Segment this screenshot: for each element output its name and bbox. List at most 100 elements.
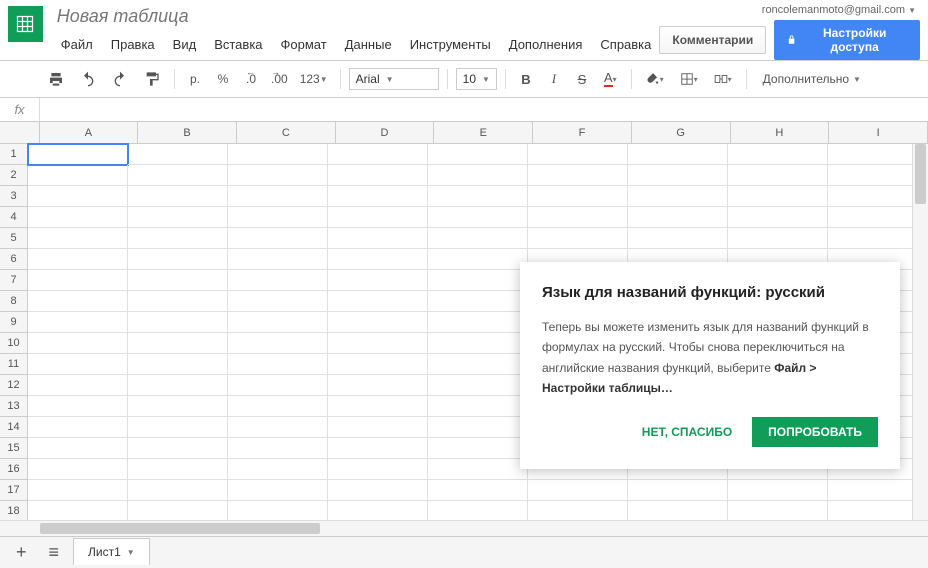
cell[interactable] (728, 228, 828, 249)
menu-file[interactable]: Файл (53, 33, 101, 56)
cell[interactable] (428, 459, 528, 480)
cell[interactable] (728, 501, 828, 520)
cell[interactable] (228, 333, 328, 354)
row-header[interactable]: 13 (0, 396, 27, 417)
row-header[interactable]: 11 (0, 354, 27, 375)
cell[interactable] (428, 375, 528, 396)
row-header[interactable]: 7 (0, 270, 27, 291)
paint-format-icon[interactable] (138, 67, 166, 91)
cell[interactable] (528, 144, 628, 165)
cell[interactable] (28, 459, 128, 480)
row-header[interactable]: 12 (0, 375, 27, 396)
row-header[interactable]: 8 (0, 291, 27, 312)
decrease-decimal-button[interactable]: ←.0 (239, 67, 263, 91)
cell[interactable] (528, 480, 628, 501)
cell[interactable] (428, 438, 528, 459)
add-sheet-button[interactable]: + (8, 538, 35, 567)
cell[interactable] (428, 207, 528, 228)
user-email[interactable]: roncolemanmoto@gmail.com ▼ (762, 4, 916, 16)
cell[interactable] (28, 291, 128, 312)
cell[interactable] (128, 396, 228, 417)
cell[interactable] (128, 186, 228, 207)
fill-color-button[interactable]: ▾ (640, 67, 670, 91)
col-header[interactable]: C (237, 122, 336, 143)
cell[interactable] (728, 186, 828, 207)
cell[interactable] (28, 228, 128, 249)
cell[interactable] (628, 207, 728, 228)
menu-addons[interactable]: Дополнения (501, 33, 591, 56)
cell[interactable] (328, 480, 428, 501)
cell[interactable] (328, 186, 428, 207)
cell[interactable] (628, 228, 728, 249)
cell[interactable] (428, 417, 528, 438)
row-header[interactable]: 17 (0, 480, 27, 501)
cell[interactable] (28, 501, 128, 520)
cell[interactable] (128, 144, 228, 165)
cell[interactable] (328, 291, 428, 312)
cell[interactable] (428, 333, 528, 354)
number-format-button[interactable]: 123 ▼ (296, 67, 332, 91)
cell[interactable] (228, 417, 328, 438)
cell[interactable] (628, 186, 728, 207)
cell[interactable] (228, 165, 328, 186)
cell[interactable] (328, 438, 428, 459)
share-button[interactable]: Настройки доступа (774, 20, 920, 60)
cell[interactable] (328, 228, 428, 249)
cell[interactable] (428, 501, 528, 520)
cell[interactable] (128, 228, 228, 249)
cell[interactable] (228, 459, 328, 480)
col-header[interactable]: H (731, 122, 830, 143)
cell[interactable] (728, 144, 828, 165)
text-color-button[interactable]: A ▾ (598, 67, 623, 91)
cell[interactable] (528, 165, 628, 186)
cell[interactable] (28, 270, 128, 291)
borders-button[interactable]: ▾ (674, 67, 704, 91)
cell[interactable] (28, 417, 128, 438)
cell[interactable] (28, 354, 128, 375)
row-header[interactable]: 10 (0, 333, 27, 354)
row-header[interactable]: 18 (0, 501, 27, 520)
col-header[interactable]: G (632, 122, 731, 143)
cell[interactable] (528, 186, 628, 207)
document-title[interactable]: Новая таблица (53, 4, 660, 29)
cell[interactable] (628, 501, 728, 520)
merge-cells-button[interactable]: ▾ (708, 67, 738, 91)
menu-tools[interactable]: Инструменты (402, 33, 499, 56)
cell[interactable] (428, 270, 528, 291)
cell[interactable] (428, 312, 528, 333)
italic-button[interactable]: I (542, 67, 566, 91)
cell[interactable] (428, 186, 528, 207)
cell[interactable] (128, 207, 228, 228)
select-all-corner[interactable] (0, 122, 40, 143)
cell[interactable] (28, 333, 128, 354)
cell[interactable] (28, 249, 128, 270)
popup-yes-button[interactable]: ПОПРОБОВАТЬ (752, 417, 878, 447)
cell[interactable] (728, 165, 828, 186)
sheet-tab[interactable]: Лист1 ▼ (73, 538, 150, 565)
cell[interactable] (428, 291, 528, 312)
row-header[interactable]: 3 (0, 186, 27, 207)
strikethrough-button[interactable]: S (570, 67, 594, 91)
cell[interactable] (28, 480, 128, 501)
horizontal-scrollbar[interactable] (0, 520, 928, 536)
formula-input[interactable] (40, 98, 928, 121)
menu-data[interactable]: Данные (337, 33, 400, 56)
cell[interactable] (428, 354, 528, 375)
cell[interactable] (28, 438, 128, 459)
vertical-scrollbar[interactable] (912, 144, 928, 520)
cell[interactable] (428, 249, 528, 270)
cell[interactable] (228, 144, 328, 165)
bold-button[interactable]: B (514, 67, 538, 91)
cell[interactable] (128, 459, 228, 480)
cell[interactable] (228, 396, 328, 417)
cell[interactable] (328, 501, 428, 520)
row-header[interactable]: 2 (0, 165, 27, 186)
menu-help[interactable]: Справка (592, 33, 659, 56)
cell[interactable] (28, 207, 128, 228)
cell[interactable] (328, 417, 428, 438)
cell[interactable] (128, 354, 228, 375)
row-header[interactable]: 4 (0, 207, 27, 228)
cell[interactable] (128, 291, 228, 312)
row-header[interactable]: 1 (0, 144, 27, 165)
increase-decimal-button[interactable]: →.00 (267, 67, 292, 91)
